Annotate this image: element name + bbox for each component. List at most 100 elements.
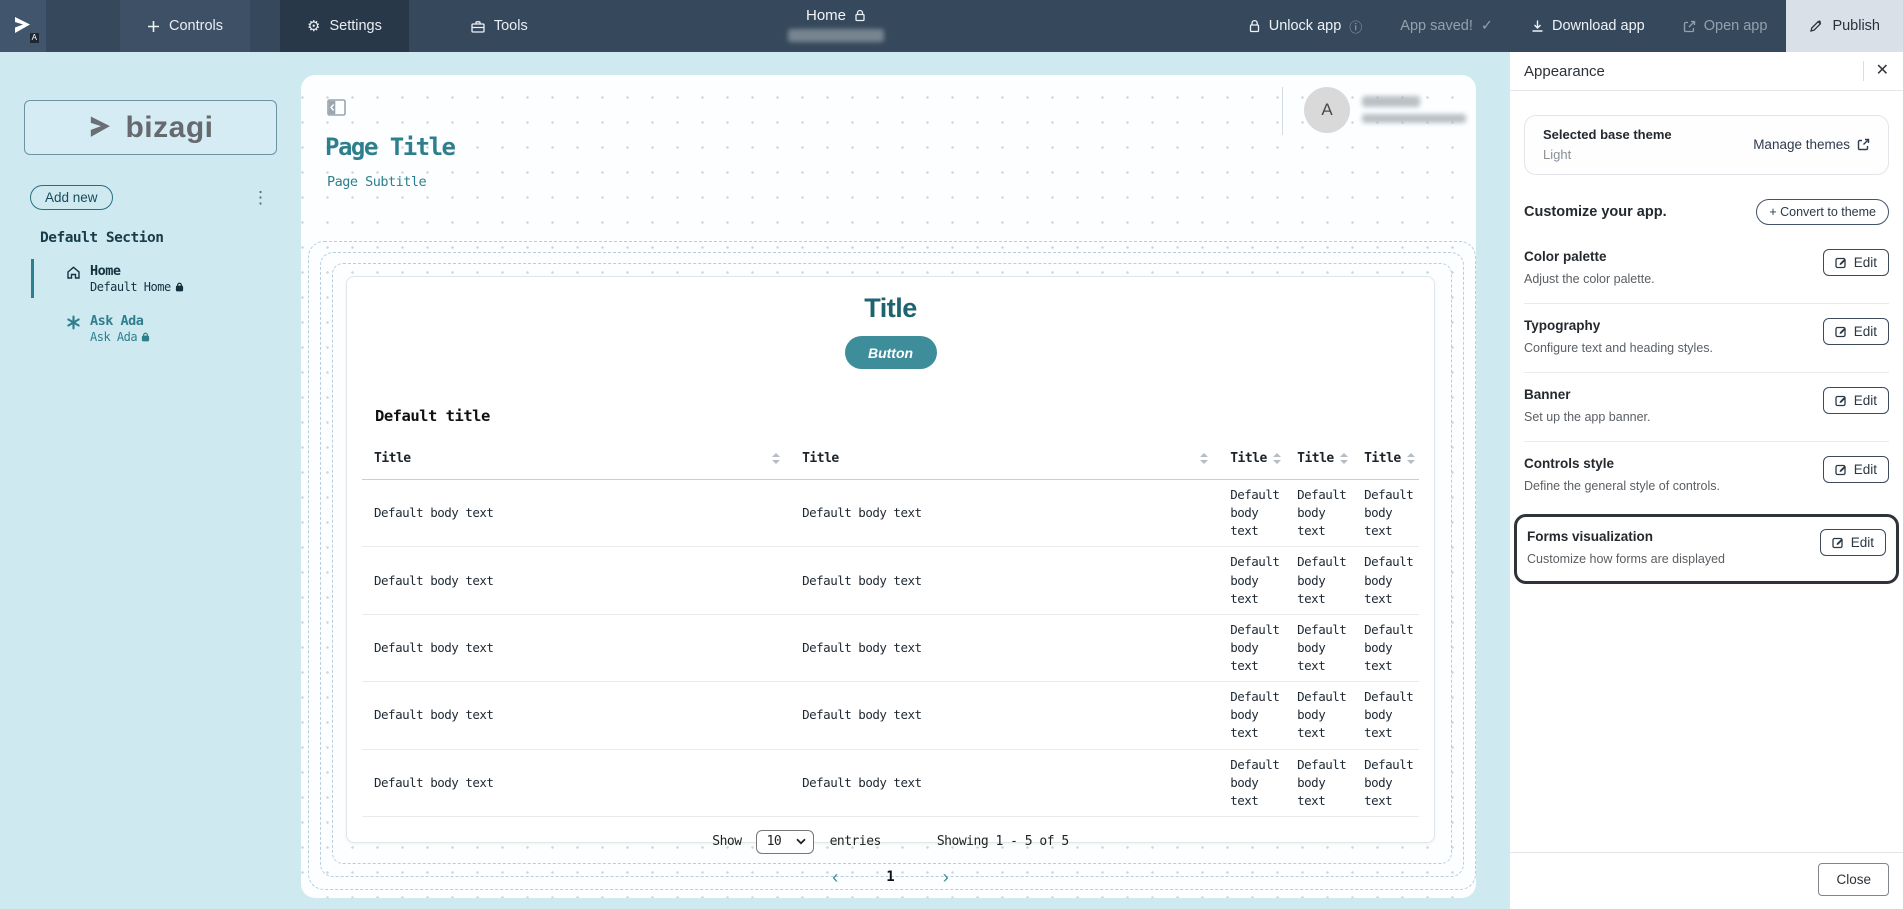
- table-cell: Default body text: [1285, 480, 1352, 547]
- table-column-header[interactable]: Title: [1352, 445, 1419, 480]
- page-title: Page Title: [325, 133, 455, 161]
- table-cell: Default body text: [1285, 682, 1352, 749]
- table-row[interactable]: Default body textDefault body textDefaul…: [362, 480, 1419, 547]
- unlock-app-button[interactable]: Unlock app ⓘ: [1229, 17, 1382, 36]
- table-body: Default body textDefault body textDefaul…: [362, 480, 1419, 817]
- header-divider: [1863, 61, 1864, 81]
- table-cell: Default body text: [1218, 547, 1285, 614]
- bizagi-brand-name: bizagi: [125, 111, 213, 145]
- kebab-menu-icon[interactable]: ⋮: [246, 187, 275, 208]
- add-new-button[interactable]: Add new: [30, 185, 113, 210]
- table-column-header[interactable]: Title: [1218, 445, 1285, 480]
- toolbox-icon: [471, 20, 485, 33]
- show-label: Show: [712, 834, 741, 849]
- active-indicator: [31, 259, 34, 298]
- table-column-header[interactable]: Title: [790, 445, 1218, 480]
- table-column-header[interactable]: Title: [1285, 445, 1352, 480]
- tab-controls[interactable]: Controls: [120, 0, 250, 52]
- table-row[interactable]: Default body textDefault body textDefaul…: [362, 614, 1419, 681]
- app-saved-status: App saved! ✓: [1381, 18, 1512, 34]
- edit-button[interactable]: Edit: [1823, 456, 1889, 483]
- table-cell: Default body text: [362, 614, 790, 681]
- lock-icon: [141, 332, 150, 342]
- panel-footer: Close: [1510, 852, 1903, 909]
- current-page-indicator: Home: [771, 7, 901, 42]
- table-cell: Default body text: [1218, 749, 1285, 816]
- table-row[interactable]: Default body textDefault body textDefaul…: [362, 547, 1419, 614]
- table-cell: Default body text: [362, 749, 790, 816]
- edit-button[interactable]: Edit: [1823, 387, 1889, 414]
- tab-label: Settings: [329, 18, 381, 34]
- sidebar-section-title: Default Section: [40, 230, 301, 246]
- appearance-section: Color palette Adjust the color palette. …: [1524, 235, 1889, 303]
- table-cell: Default body text: [1285, 749, 1352, 816]
- pager: ‹ 1 ›: [347, 868, 1434, 886]
- sort-icon: [772, 453, 780, 464]
- lock-icon: [1248, 19, 1261, 33]
- table-cell: Default body text: [1285, 614, 1352, 681]
- edit-button[interactable]: Edit: [1823, 318, 1889, 345]
- collapse-panel-icon[interactable]: [327, 99, 346, 116]
- manage-themes-label: Manage themes: [1753, 137, 1850, 152]
- edit-icon: [1835, 394, 1847, 407]
- panel-content: Selected base theme Light Manage themes …: [1510, 91, 1903, 852]
- pagination-info: Show 10 entries Showing 1 - 5 of 5: [347, 830, 1434, 854]
- sidebar-item-ask-ada[interactable]: Ask Ada Ask Ada: [0, 311, 301, 346]
- selected-theme-card: Selected base theme Light Manage themes: [1524, 115, 1889, 175]
- external-link-icon: [1683, 20, 1696, 33]
- table-row[interactable]: Default body textDefault body textDefaul…: [362, 749, 1419, 816]
- tab-label: Tools: [494, 18, 528, 34]
- page-number[interactable]: 1: [886, 869, 894, 885]
- table-cell: Default body text: [1352, 480, 1419, 547]
- sidebar-item-home[interactable]: Home Default Home: [0, 261, 301, 296]
- avatar[interactable]: A: [1304, 87, 1350, 133]
- table-title: Default title: [375, 407, 1434, 425]
- table-row[interactable]: Default body textDefault body textDefaul…: [362, 682, 1419, 749]
- sort-icon: [1407, 453, 1415, 464]
- convert-to-theme-button[interactable]: + Convert to theme: [1756, 199, 1889, 225]
- page-size-select[interactable]: 10: [756, 830, 814, 854]
- bizagi-logo-tile[interactable]: A: [0, 0, 46, 52]
- table-column-header[interactable]: Title: [362, 445, 790, 480]
- check-icon: ✓: [1481, 18, 1493, 34]
- form-card: Title Button Default title Title Title T…: [346, 276, 1435, 843]
- panel-sections: Color palette Adjust the color palette. …: [1524, 235, 1889, 584]
- sidebar-item-title: Home: [90, 263, 301, 279]
- app-window: A Controls ⚙ Settings Tools Home: [0, 0, 1903, 909]
- sort-icon: [1340, 453, 1348, 464]
- form-button[interactable]: Button: [845, 336, 937, 369]
- publish-icon: [1809, 19, 1823, 33]
- next-page-button[interactable]: ›: [943, 868, 949, 886]
- download-icon: [1531, 19, 1544, 33]
- close-button[interactable]: Close: [1818, 863, 1889, 896]
- edit-icon: [1835, 463, 1847, 476]
- prev-page-button[interactable]: ‹: [832, 868, 838, 886]
- open-app-button[interactable]: Open app: [1664, 18, 1787, 34]
- table-cell: Default body text: [790, 682, 1218, 749]
- download-app-button[interactable]: Download app: [1512, 18, 1664, 34]
- edit-button[interactable]: Edit: [1820, 529, 1886, 556]
- tab-settings[interactable]: ⚙ Settings: [280, 0, 409, 52]
- navbar-actions: Unlock app ⓘ App saved! ✓ Download app O…: [1229, 0, 1903, 52]
- unlock-app-label: Unlock app: [1269, 18, 1342, 34]
- close-icon[interactable]: ✕: [1876, 63, 1889, 79]
- tab-label: Controls: [169, 18, 223, 34]
- panel-title: Appearance: [1524, 63, 1605, 80]
- theme-label: Selected base theme: [1543, 127, 1672, 142]
- tab-tools[interactable]: Tools: [444, 0, 555, 52]
- gear-icon: ⚙: [307, 19, 320, 34]
- table-cell: Default body text: [790, 749, 1218, 816]
- page-canvas: A Page Title Page Subtitle Title Button …: [301, 75, 1476, 898]
- appearance-section: Typography Configure text and heading st…: [1524, 303, 1889, 372]
- publish-button[interactable]: Publish: [1786, 0, 1903, 52]
- appearance-section: Banner Set up the app banner. Edit: [1524, 372, 1889, 441]
- edit-button[interactable]: Edit: [1823, 249, 1889, 276]
- header-divider: [1282, 87, 1283, 135]
- sparkle-icon: [66, 315, 81, 330]
- lock-icon: [854, 9, 866, 22]
- sidebar-item-subtitle: Default Home: [90, 280, 171, 294]
- manage-themes-link[interactable]: Manage themes: [1753, 137, 1870, 152]
- edit-icon: [1835, 325, 1847, 338]
- showing-range-label: Showing 1 - 5 of 5: [937, 834, 1069, 849]
- theme-value: Light: [1543, 147, 1672, 162]
